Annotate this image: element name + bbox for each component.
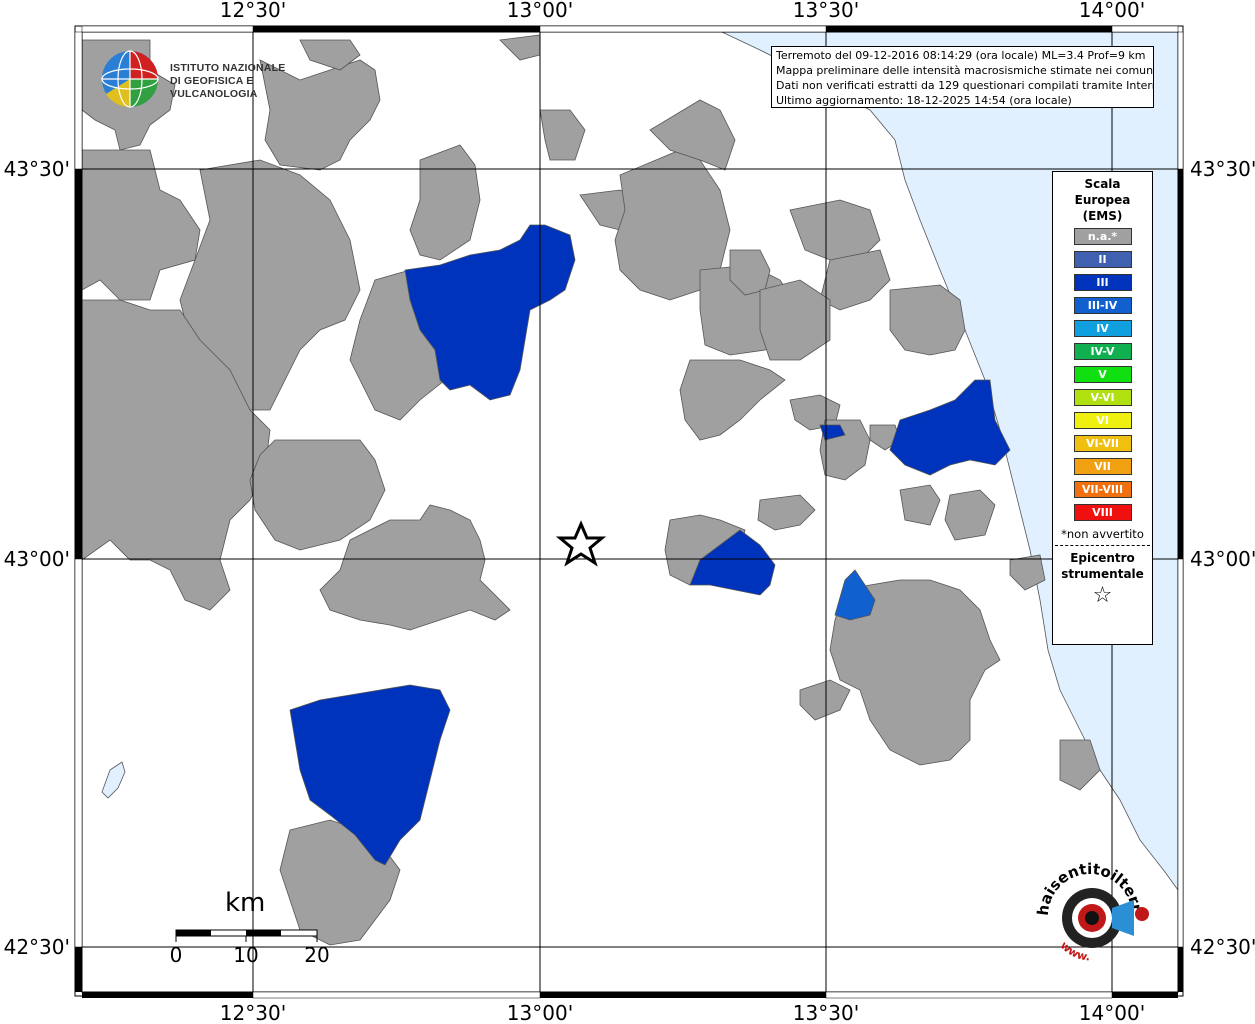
map-description: Mappa preliminare delle intensità macros… <box>776 64 1154 77</box>
lon-label-bottom: 12°30' <box>220 1001 286 1024</box>
lake <box>101 761 126 799</box>
lat-label-right: 42°30' <box>1190 935 1255 959</box>
legend-item: II <box>1073 251 1132 268</box>
legend-item: VII-VIII <box>1073 481 1132 498</box>
ingv-logo: ISTITUTO NAZIONALE DI GEOFISICA E VULCAN… <box>100 48 320 110</box>
legend-item: VII <box>1073 458 1132 475</box>
scale-bar: 0 10 20 <box>170 929 330 967</box>
ingv-name: ISTITUTO NAZIONALE DI GEOFISICA E VULCAN… <box>170 62 286 100</box>
lon-label-bottom: 13°00' <box>507 1001 573 1024</box>
haisentito-logo: haisentitoilterremoto.it www. <box>1022 842 1150 976</box>
scale-tick-20: 20 <box>304 943 329 967</box>
scale-tick-10: 10 <box>233 943 258 967</box>
ems-legend: Scala Europea (EMS) n.a.* II III III-IV IV IV… <box>1052 171 1153 645</box>
lon-label-top: 13°30' <box>793 0 859 22</box>
lon-label-bottom: 13°30' <box>793 1001 859 1024</box>
legend-item: VIII <box>1073 504 1132 521</box>
legend-item: VI <box>1073 412 1132 429</box>
legend-item: IV-V <box>1073 343 1132 360</box>
scale-bar-unit: km <box>225 888 266 918</box>
legend-item: V <box>1073 366 1132 383</box>
legend-item: n.a.* <box>1073 228 1132 245</box>
ingv-globe-icon <box>101 50 159 108</box>
lon-label-top: 12°30' <box>220 0 286 22</box>
legend-item: III <box>1073 274 1132 291</box>
lat-label-right: 43°30' <box>1190 157 1255 181</box>
event-info-box: Terremoto del 09-12-2016 08:14:29 (ora l… <box>771 46 1154 108</box>
legend-items: n.a.* II III III-IV IV IV-V V V-VI VI VI-VII VII VI… <box>1053 228 1152 521</box>
scale-tick-0: 0 <box>170 943 183 967</box>
lon-label-top: 14°00' <box>1079 0 1145 22</box>
event-line: Terremoto del 09-12-2016 08:14:29 (ora l… <box>776 49 1146 62</box>
lon-label-bottom: 14°00' <box>1079 1001 1145 1024</box>
legend-item: V-VI <box>1073 389 1132 406</box>
legend-epicentre-label: Epicentro strumentale <box>1061 551 1144 581</box>
legend-item: III-IV <box>1073 297 1132 314</box>
lat-label-right: 43°00' <box>1190 547 1255 571</box>
last-update: Ultimo aggiornamento: 18-12-2025 14:54 (… <box>776 94 1072 107</box>
legend-item: IV <box>1073 320 1132 337</box>
intensity-III-IV-municipality <box>834 569 876 621</box>
legend-star-icon: ☆ <box>1092 583 1113 608</box>
lon-label-top: 13°00' <box>507 0 573 22</box>
data-note: Dati non verificati estratti da 129 ques… <box>776 79 1154 92</box>
legend-divider <box>1055 545 1150 546</box>
lat-label-left: 43°30' <box>4 157 70 181</box>
legend-note: *non avvertito <box>1061 527 1144 541</box>
legend-item: VI-VII <box>1073 435 1132 452</box>
lat-label-left: 42°30' <box>4 935 70 959</box>
legend-title: Scala Europea (EMS) <box>1074 177 1131 223</box>
lat-label-left: 43°00' <box>4 547 70 571</box>
epicentre-star-icon <box>555 520 607 567</box>
